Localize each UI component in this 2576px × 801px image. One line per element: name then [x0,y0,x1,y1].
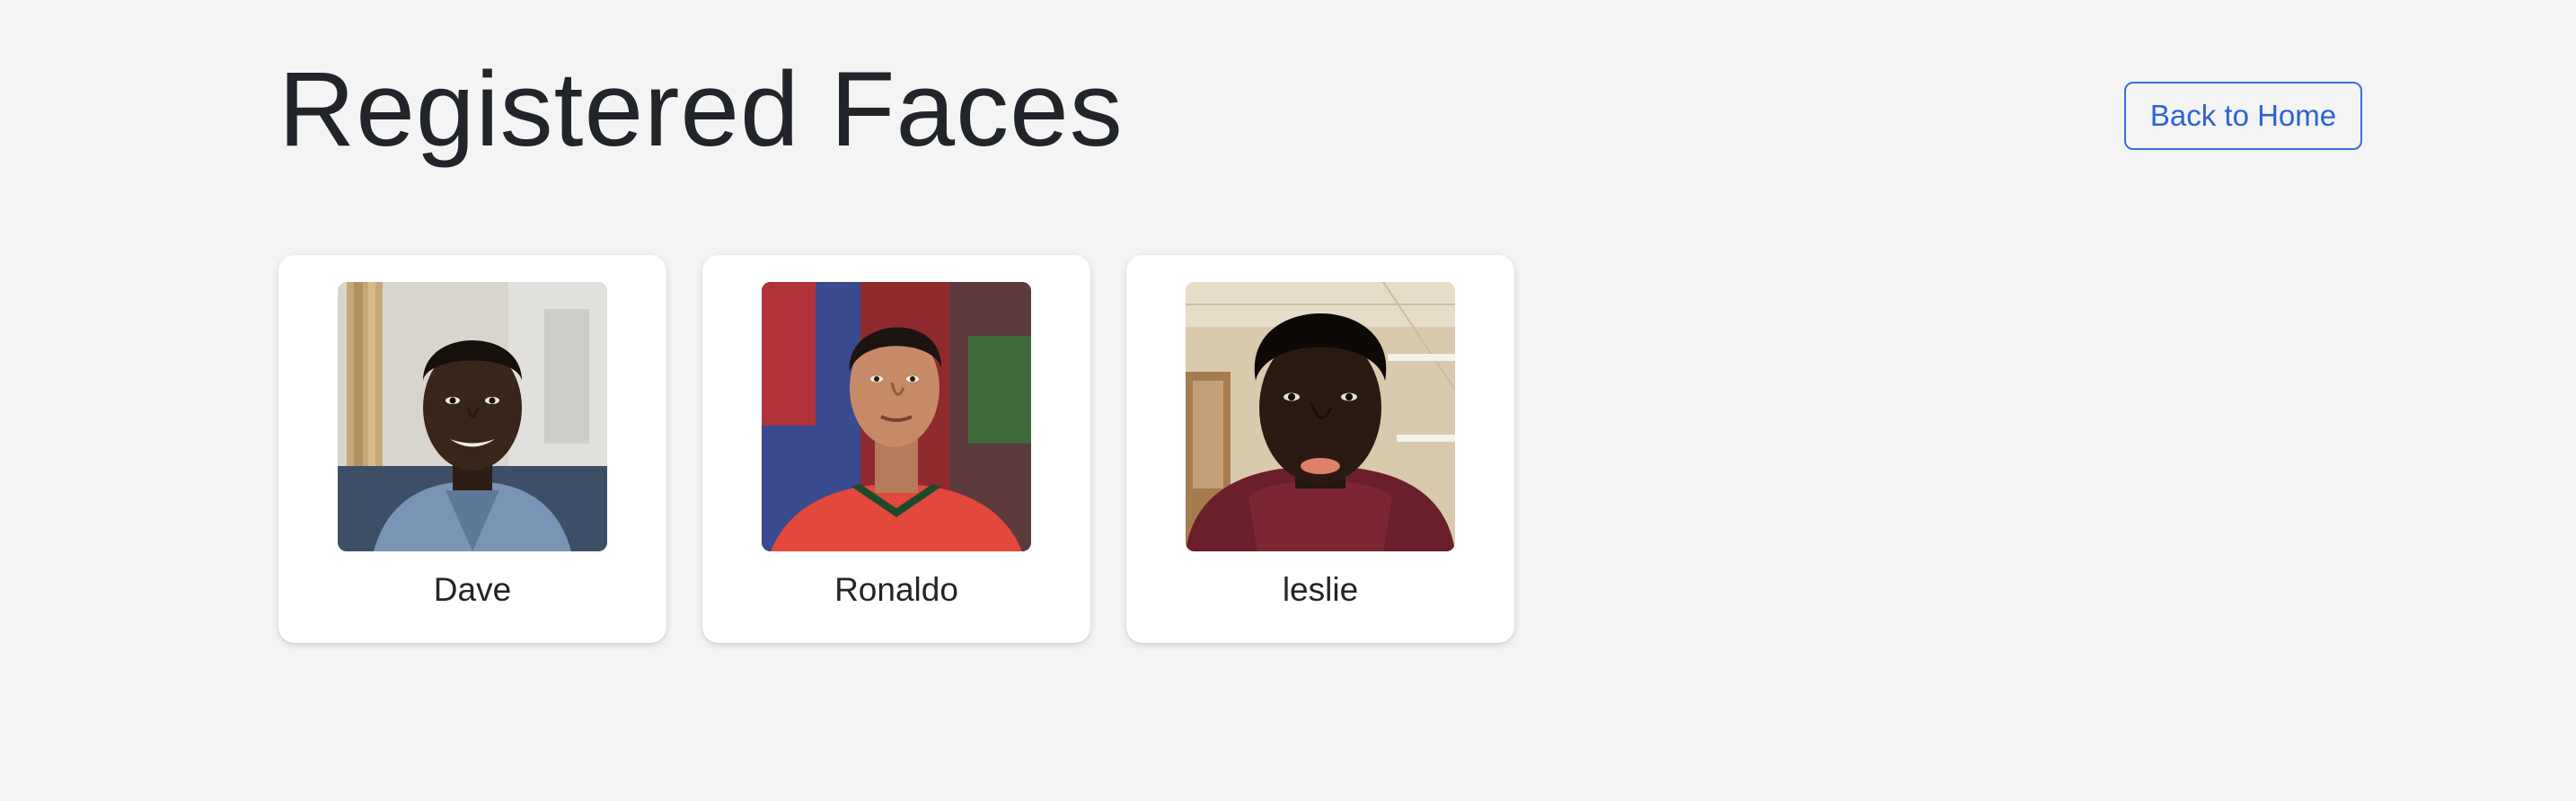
face-photo-dave [338,282,607,551]
face-name: Ronaldo [834,571,958,608]
face-card-dave[interactable]: Dave [278,255,666,643]
face-name: leslie [1282,571,1359,608]
face-photo-ronaldo-image [762,282,1031,551]
face-photo-leslie [1186,282,1455,551]
registered-faces-page: Registered Faces Back to Home Dave Ronal… [0,0,2576,801]
face-photo-dave-image [338,282,607,551]
face-photo-leslie-image [1186,282,1455,551]
face-name: Dave [433,571,512,608]
face-photo-ronaldo [762,282,1031,551]
face-grid: Dave Ronaldo leslie [278,255,1514,643]
page-title: Registered Faces [278,50,1124,169]
face-card-leslie[interactable]: leslie [1126,255,1514,643]
back-to-home-button[interactable]: Back to Home [2124,82,2362,150]
face-card-ronaldo[interactable]: Ronaldo [702,255,1090,643]
